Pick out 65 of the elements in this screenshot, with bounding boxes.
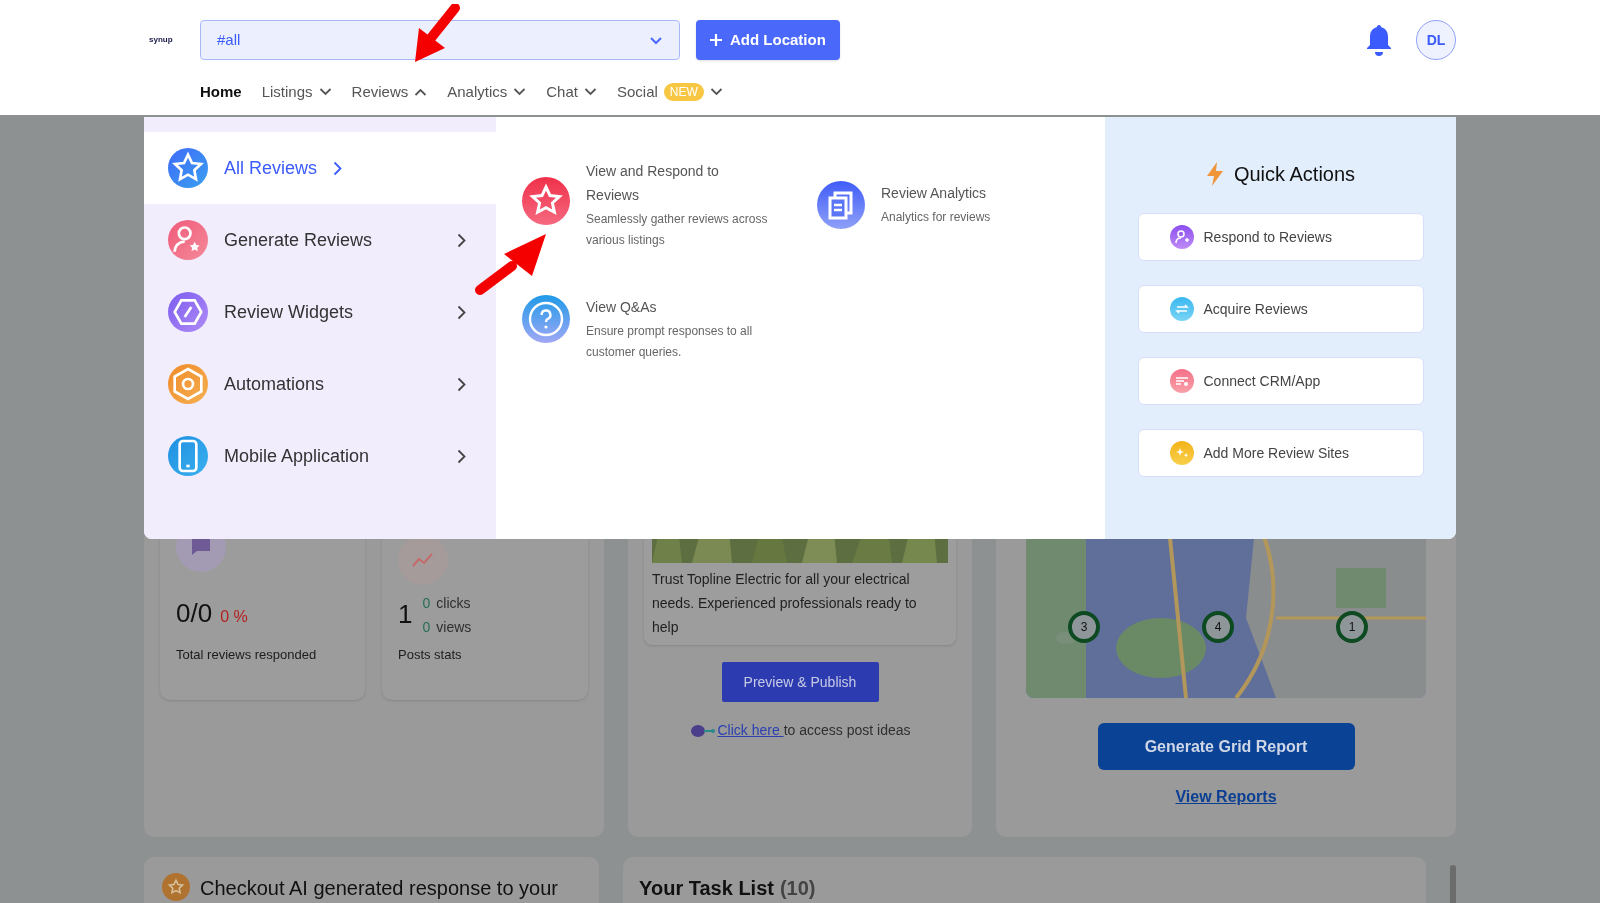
nav-tab[interactable]: Chat (546, 80, 597, 104)
menu-link[interactable]: View Q&As Ensure prompt responses to all customer queries. (522, 295, 817, 363)
phone-icon (168, 436, 208, 476)
menu-category[interactable]: Generate Reviews (144, 204, 496, 276)
task-count: (10) (779, 876, 816, 901)
chevron-up-icon (414, 88, 428, 96)
idea-icon (689, 723, 716, 738)
documents-icon (817, 181, 865, 229)
preview-publish-button[interactable]: Preview & Publish (721, 662, 879, 702)
menu-category[interactable]: All Reviews (144, 132, 496, 204)
clicks-label: clicks (436, 593, 471, 613)
hexagon-gear-icon (168, 364, 208, 404)
sparkles-icon (1169, 441, 1194, 465)
chevron-down-icon (513, 88, 527, 96)
card-title: Checkout AI generated response to your (200, 876, 558, 901)
stat-label: Total reviews responded (176, 645, 318, 664)
nav-tab[interactable]: Listings (261, 80, 332, 104)
views-count: 0 (422, 617, 431, 637)
generate-grid-report-button[interactable]: Generate Grid Report (1097, 723, 1355, 770)
swap-arrows-icon (1169, 297, 1194, 321)
nav-tab[interactable]: Reviews (351, 80, 428, 104)
stat-label: Posts stats (398, 645, 463, 664)
nav-tab[interactable]: Analytics (447, 80, 527, 104)
person-plus-icon (1169, 225, 1194, 249)
star-badge-icon (162, 873, 190, 901)
quick-action-button[interactable]: Connect CRM/App (1137, 357, 1424, 405)
quick-action-button[interactable]: Add More Review Sites (1137, 429, 1424, 477)
stat-value: 0/0 (176, 596, 213, 630)
list-gear-icon (1169, 369, 1194, 393)
chevron-down-icon (709, 88, 723, 96)
card-title: Your Task List (639, 876, 774, 901)
clicks-count: 0 (422, 593, 431, 613)
views-label: views (436, 617, 472, 637)
user-avatar[interactable]: DL (1416, 20, 1456, 60)
add-location-button[interactable]: Add Location (696, 20, 840, 60)
scrollbar[interactable] (1450, 865, 1456, 903)
post-text: Trust Topline Electric for all your electrical needs. Experienced professionals ready to help (652, 570, 918, 637)
question-icon (522, 295, 570, 343)
logo[interactable]: synup (149, 34, 173, 46)
stat-value: 1 (398, 598, 413, 631)
quick-action-button[interactable]: Respond to Reviews (1137, 213, 1424, 261)
menu-category[interactable]: Review Widgets (144, 276, 496, 348)
nav-tab[interactable]: Social NEW (616, 80, 723, 104)
chevron-right-icon (457, 232, 466, 248)
chevron-down-icon (318, 88, 332, 96)
location-select[interactable]: #all (200, 20, 680, 60)
lightning-icon (1205, 162, 1224, 186)
chevron-right-icon (457, 448, 466, 464)
chevron-right-icon (457, 304, 466, 320)
chevron-down-icon (583, 88, 597, 96)
plus-icon (710, 34, 722, 46)
post-ideas-text: to access post ideas (783, 721, 911, 740)
menu-link[interactable]: View and Respond to Reviews Seamlessly gather reviews across various listings (522, 159, 817, 251)
notification-bell-icon[interactable] (1364, 23, 1394, 57)
menu-category[interactable]: Mobile Application (144, 420, 496, 492)
chevron-right-icon (333, 160, 343, 176)
chevron-right-icon (457, 376, 466, 392)
menu-link[interactable]: Review Analytics Analytics for reviews (817, 181, 1097, 251)
new-badge: NEW (663, 83, 704, 101)
quick-actions-title: Quick Actions (1233, 162, 1356, 187)
chevron-down-icon (649, 35, 663, 45)
stat-percent: 0 % (220, 606, 248, 627)
nav-tab[interactable]: Home (200, 80, 242, 104)
menu-category[interactable]: Automations (144, 348, 496, 420)
quick-action-button[interactable]: Acquire Reviews (1137, 285, 1424, 333)
